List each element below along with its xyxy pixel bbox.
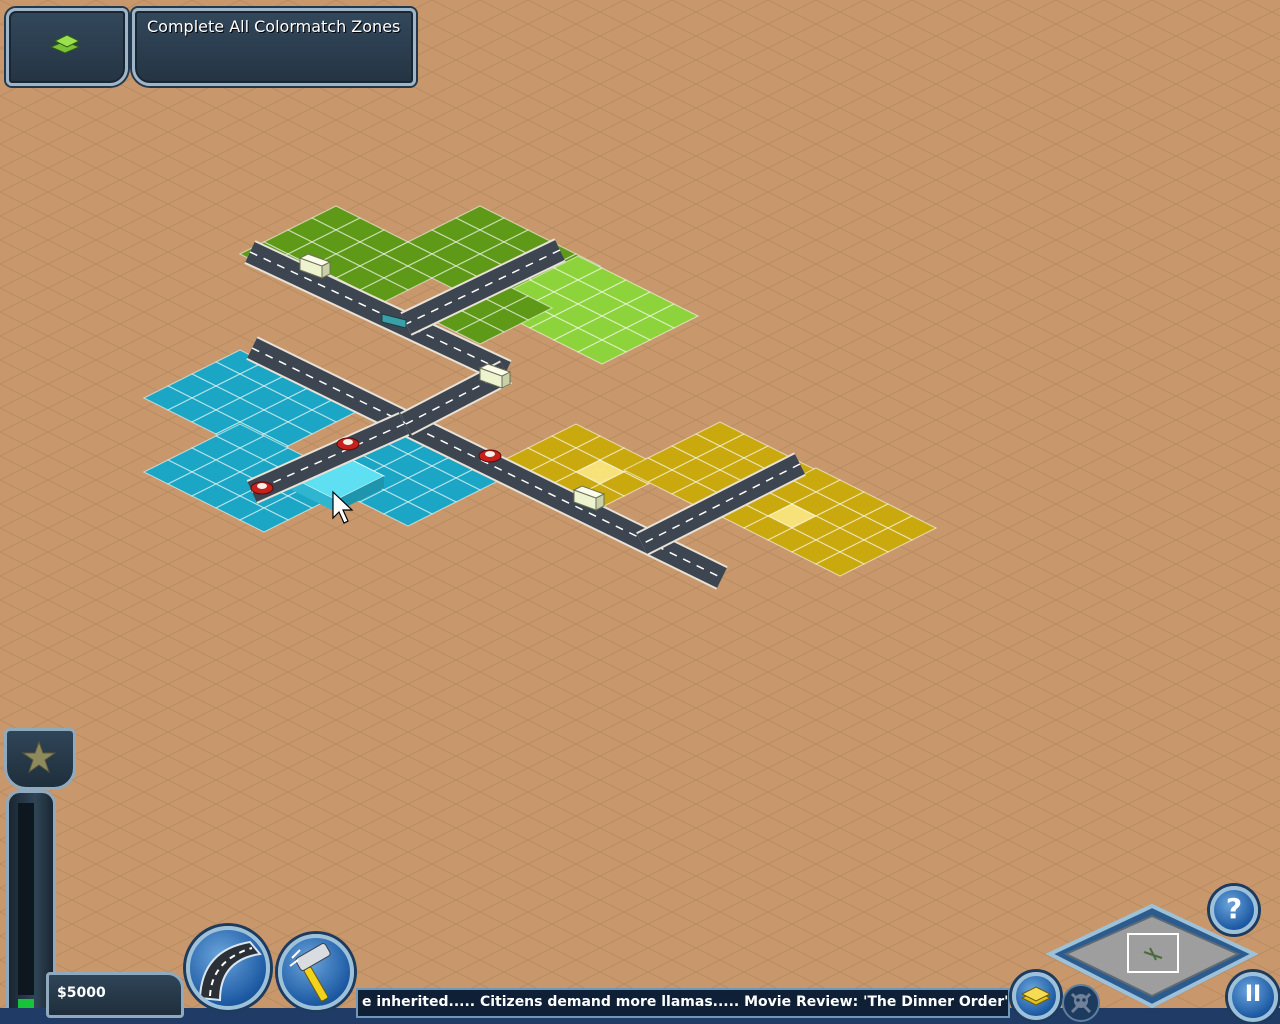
pause-icon: II	[1244, 982, 1262, 1007]
zone-menu-button[interactable]	[6, 8, 128, 86]
zone-layer-icon	[1020, 986, 1052, 1006]
green-zone-tiles-icon	[49, 34, 81, 54]
question-icon: ?	[1225, 892, 1243, 925]
money-display: $5000	[57, 985, 106, 1001]
objective-panel: Complete All Colormatch Zones	[132, 8, 416, 86]
pause-button[interactable]: II	[1228, 972, 1278, 1022]
rating-badge[interactable]	[4, 728, 76, 790]
skull-icon	[1070, 992, 1092, 1014]
objective-text: Complete All Colormatch Zones	[147, 17, 401, 36]
red-car	[336, 437, 360, 451]
hammer-icon	[289, 943, 331, 1002]
money-panel: $5000	[46, 972, 184, 1018]
red-car	[478, 449, 502, 463]
red-car	[250, 481, 274, 495]
game-map[interactable]	[0, 0, 1280, 1024]
news-ticker-text: e inherited..... Citizens demand more ll…	[362, 994, 1010, 1010]
disaster-button[interactable]	[1062, 984, 1100, 1022]
road-tool-button[interactable]	[186, 926, 270, 1010]
power-meter-track	[18, 803, 34, 995]
star-icon	[21, 740, 57, 774]
bulldoze-tool-button[interactable]	[278, 934, 354, 1010]
help-button[interactable]: ?	[1210, 886, 1258, 934]
road-icon	[198, 940, 262, 1002]
zone-layer-button[interactable]	[1012, 972, 1060, 1020]
news-ticker: e inherited..... Citizens demand more ll…	[356, 988, 1010, 1018]
